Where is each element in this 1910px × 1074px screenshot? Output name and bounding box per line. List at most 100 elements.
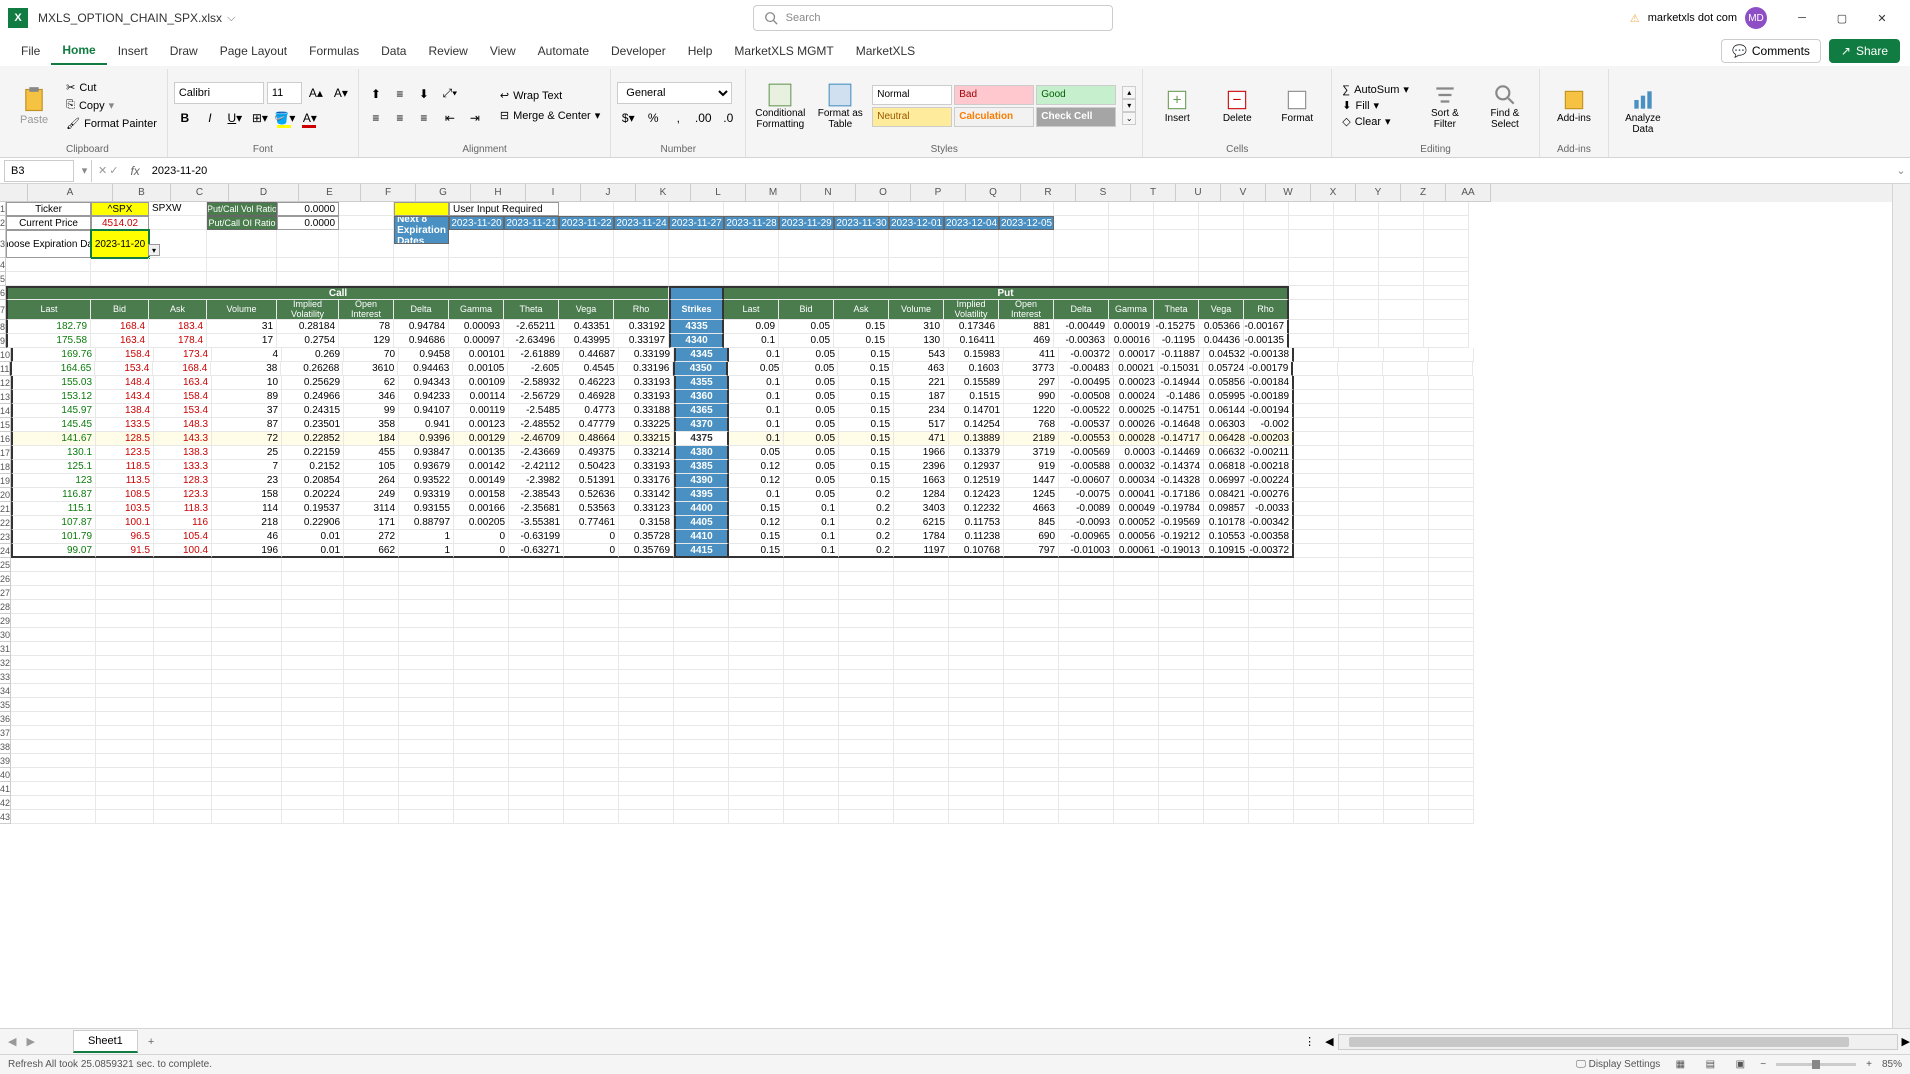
cell-T24[interactable]: 0.00061 [1114, 544, 1159, 558]
cell-N16[interactable]: 0.05 [784, 432, 839, 446]
cell-Q15[interactable]: 0.14254 [949, 418, 1004, 432]
cell-M17[interactable]: 0.05 [729, 446, 784, 460]
cell-I10[interactable]: -2.61889 [509, 348, 564, 362]
row-header-17[interactable]: 17 [0, 446, 11, 460]
cell-H18[interactable]: 0.00142 [454, 460, 509, 474]
cell-Q14[interactable]: 0.14701 [949, 404, 1004, 418]
strike-4365[interactable]: 4365 [674, 404, 729, 418]
cell-E16[interactable]: 0.22852 [282, 432, 344, 446]
cell-V23[interactable]: 0.10553 [1204, 530, 1249, 544]
orientation-button[interactable]: ⤢▾ [439, 82, 461, 104]
cell-S17[interactable]: -0.00569 [1059, 446, 1114, 460]
cell-R16[interactable]: 2189 [1004, 432, 1059, 446]
decrease-decimal[interactable]: .0 [717, 107, 739, 129]
cell-O19[interactable]: 0.15 [839, 474, 894, 488]
cell-S10[interactable]: -0.00372 [1059, 348, 1114, 362]
styles-gallery-arrows[interactable]: ▴▾⌄ [1122, 86, 1136, 125]
cell-I22[interactable]: -3.55381 [509, 516, 564, 530]
cell-K16[interactable]: 0.33215 [619, 432, 674, 446]
tab-help[interactable]: Help [677, 38, 724, 64]
cell-S13[interactable]: -0.00508 [1059, 390, 1114, 404]
cell-H21[interactable]: 0.00166 [454, 502, 509, 516]
cell-C24[interactable]: 100.4 [154, 544, 212, 558]
cell-P13[interactable]: 187 [894, 390, 949, 404]
ticker-input[interactable]: ^SPX [91, 202, 149, 216]
format-painter-button[interactable]: 🖌Format Painter [62, 115, 161, 132]
cell-N11[interactable]: 0.05 [783, 362, 838, 376]
style-good[interactable]: Good [1036, 85, 1116, 105]
borders-button[interactable]: ⊞▾ [249, 107, 271, 129]
cell-V20[interactable]: 0.08421 [1204, 488, 1249, 502]
cell-S12[interactable]: -0.00495 [1059, 376, 1114, 390]
cell-K17[interactable]: 0.33214 [619, 446, 674, 460]
cell-J14[interactable]: 0.4773 [564, 404, 619, 418]
cell-D9[interactable]: 17 [207, 334, 277, 348]
cell-P10[interactable]: 543 [894, 348, 949, 362]
cell-K24[interactable]: 0.35769 [619, 544, 674, 558]
cell-R14[interactable]: 1220 [1004, 404, 1059, 418]
row-header-39[interactable]: 39 [0, 754, 11, 768]
cell-A15[interactable]: 145.45 [11, 418, 96, 432]
cell-V24[interactable]: 0.10915 [1204, 544, 1249, 558]
cell-H20[interactable]: 0.00158 [454, 488, 509, 502]
cell-M24[interactable]: 0.15 [729, 544, 784, 558]
cell-D8[interactable]: 31 [207, 320, 277, 334]
cell-V18[interactable]: 0.06818 [1204, 460, 1249, 474]
strike-4405[interactable]: 4405 [674, 516, 729, 530]
cell-E15[interactable]: 0.23501 [282, 418, 344, 432]
cell-C19[interactable]: 128.3 [154, 474, 212, 488]
row-header-29[interactable]: 29 [0, 614, 11, 628]
cell-R22[interactable]: 845 [1004, 516, 1059, 530]
cell-A14[interactable]: 145.97 [11, 404, 96, 418]
cell-R15[interactable]: 768 [1004, 418, 1059, 432]
horizontal-scrollbar[interactable] [1338, 1034, 1898, 1050]
strike-4385[interactable]: 4385 [674, 460, 729, 474]
row-header-10[interactable]: 10 [0, 348, 11, 362]
cell-C1[interactable]: SPXW [149, 202, 207, 216]
cell-K23[interactable]: 0.35728 [619, 530, 674, 544]
cell-D16[interactable]: 72 [212, 432, 282, 446]
cell-C15[interactable]: 148.3 [154, 418, 212, 432]
cell-M14[interactable]: 0.1 [729, 404, 784, 418]
cell-B10[interactable]: 158.4 [96, 348, 154, 362]
cell-A23[interactable]: 101.79 [11, 530, 96, 544]
cell-W24[interactable]: -0.00372 [1249, 544, 1294, 558]
cell-Q18[interactable]: 0.12937 [949, 460, 1004, 474]
col-header-A[interactable]: A [28, 184, 113, 202]
minimize-button[interactable]: ─ [1782, 3, 1822, 33]
cell-P14[interactable]: 234 [894, 404, 949, 418]
cell-J15[interactable]: 0.47779 [564, 418, 619, 432]
cell-C10[interactable]: 173.4 [154, 348, 212, 362]
cell-W13[interactable]: -0.00189 [1249, 390, 1294, 404]
cell-U9[interactable]: -0.1195 [1154, 334, 1199, 348]
cell-R20[interactable]: 1245 [1004, 488, 1059, 502]
cell-F11[interactable]: 3610 [343, 362, 398, 376]
cell-S22[interactable]: -0.0093 [1059, 516, 1114, 530]
cell-O20[interactable]: 0.2 [839, 488, 894, 502]
maximize-button[interactable]: ▢ [1822, 3, 1862, 33]
row-header-31[interactable]: 31 [0, 642, 11, 656]
zoom-level[interactable]: 85% [1882, 1059, 1902, 1070]
row-header-27[interactable]: 27 [0, 586, 11, 600]
cell-H9[interactable]: 0.00097 [449, 334, 504, 348]
exp-date-1[interactable]: 2023-11-21 [504, 216, 559, 230]
cell-I16[interactable]: -2.46709 [509, 432, 564, 446]
cell-T15[interactable]: 0.00026 [1114, 418, 1159, 432]
cell-D12[interactable]: 10 [212, 376, 282, 390]
cell-O16[interactable]: 0.15 [839, 432, 894, 446]
cell-J22[interactable]: 0.77461 [564, 516, 619, 530]
cell-M13[interactable]: 0.1 [729, 390, 784, 404]
cell-R10[interactable]: 411 [1004, 348, 1059, 362]
cell-F14[interactable]: 99 [344, 404, 399, 418]
cell-T19[interactable]: 0.00034 [1114, 474, 1159, 488]
sort-filter-button[interactable]: Sort & Filter [1417, 80, 1473, 132]
cell-M11[interactable]: 0.05 [728, 362, 783, 376]
cut-button[interactable]: ✂Cut [62, 79, 161, 96]
cell-N8[interactable]: 0.05 [779, 320, 834, 334]
cell-C12[interactable]: 163.4 [154, 376, 212, 390]
cell-O14[interactable]: 0.15 [839, 404, 894, 418]
cell-I11[interactable]: -2.605 [508, 362, 563, 376]
cell-E9[interactable]: 0.2754 [277, 334, 339, 348]
cell-K22[interactable]: 0.3158 [619, 516, 674, 530]
cell-O21[interactable]: 0.2 [839, 502, 894, 516]
